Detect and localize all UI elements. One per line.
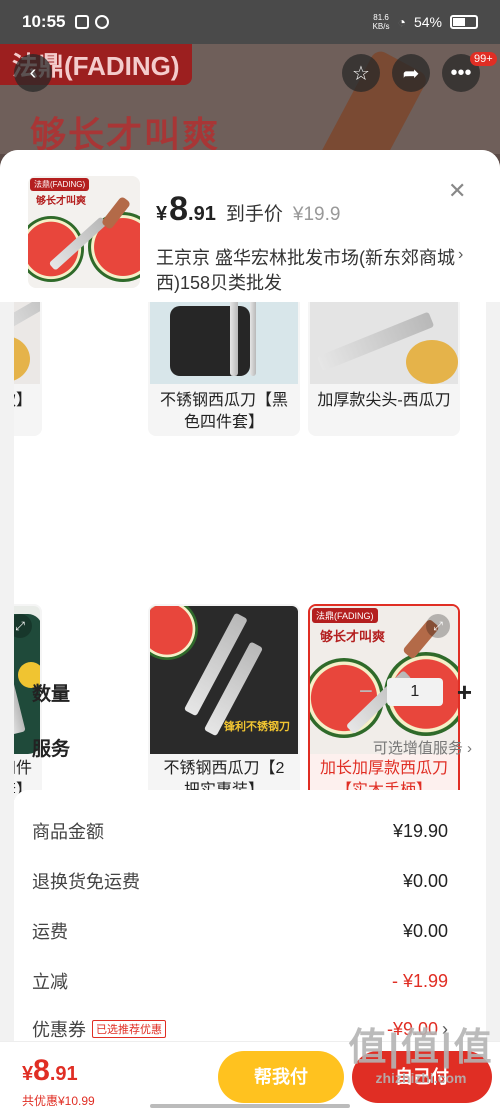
quantity-input[interactable]: 1 <box>386 678 443 706</box>
status-right: 81.6 KB/s ◔ 54% <box>373 13 478 31</box>
back-button[interactable]: ‹ <box>14 54 52 92</box>
summary-value: ¥0.00 <box>402 870 448 891</box>
decrease-button[interactable]: − <box>359 678 373 706</box>
home-indicator[interactable] <box>150 1104 350 1108</box>
wifi-icon: ◔ <box>397 14 406 30</box>
star-icon: ☆ <box>352 62 370 85</box>
close-icon: ✕ <box>448 178 467 203</box>
notification-icons <box>75 15 110 29</box>
more-badge: 99+ <box>470 52 497 66</box>
self-pay-button[interactable]: 自己付 <box>352 1051 492 1103</box>
knife-steel <box>250 302 256 376</box>
final-price-tag: 到手价 <box>225 204 283 225</box>
option-image <box>310 302 458 384</box>
knife-blade <box>14 302 40 338</box>
quantity-stepper: − 1 + <box>359 677 472 708</box>
checkout-price-decimal: .91 <box>49 1063 78 1085</box>
product-thumbnail[interactable]: 法鼎(FADING) 够长才叫爽 <box>28 176 140 288</box>
checkout-currency: ¥ <box>22 1063 34 1085</box>
thumb-brand-label: 法鼎(FADING) <box>30 178 90 191</box>
service-link-text: 可选增值服务 <box>372 739 463 757</box>
battery-icon <box>450 15 478 29</box>
cutting-board-image <box>170 306 250 376</box>
price-row: ¥ 8 .91 到手价 ¥19.9 <box>156 190 340 229</box>
summary-label: 商品金额 <box>32 822 104 842</box>
potato-image <box>14 336 30 382</box>
option-label: 加厚款尖头-西瓜刀 <box>317 392 451 409</box>
price-integer: 8 <box>169 190 189 228</box>
option-brand-label: 法鼎(FADING) <box>312 608 378 623</box>
summary-value: ¥0.00 <box>402 920 448 941</box>
option-card[interactable]: 钢-西瓜刀【薄款】 <box>14 302 42 436</box>
chevron-right-icon: › <box>467 739 472 757</box>
summary-row: 退换货免运费 ¥0.00 <box>32 868 448 894</box>
qq-notification-icon <box>95 15 110 29</box>
summary-label: 优惠券 <box>32 1020 86 1040</box>
purchase-sheet: 法鼎(FADING) 够长才叫爽 ¥ 8 .91 到手价 ¥19.9 ✕ 王京京… <box>0 150 500 1111</box>
coupon-row[interactable]: 优惠券 已选推荐优惠 -¥9.00 › <box>32 1016 448 1042</box>
share-icon: ➦ <box>402 62 420 85</box>
checkout-price: ¥8.91 <box>22 1054 78 1088</box>
option-label: 钢-西瓜刀【薄款】 <box>14 392 32 409</box>
total-discount: 共优惠¥10.99 <box>22 1094 95 1108</box>
product-slogan: 够长才叫爽 <box>30 114 221 154</box>
network-speed-unit: KB/s <box>372 22 390 31</box>
sheet-header: 法鼎(FADING) 够长才叫爽 ¥ 8 .91 到手价 ¥19.9 ✕ 王京京… <box>0 150 500 302</box>
option-image <box>14 302 40 384</box>
summary-row: 立减 - ¥1.99 <box>32 968 448 994</box>
checkout-bar: ¥8.91 共优惠¥10.99 帮我付 自己付 <box>0 1041 500 1111</box>
chevron-right-icon[interactable]: › <box>458 246 463 264</box>
summary-value: ¥19.90 <box>392 820 448 841</box>
summary-value: -¥9.00 <box>386 1018 438 1039</box>
original-price: ¥19.9 <box>292 204 341 225</box>
price-currency: ¥ <box>156 203 168 225</box>
chevron-right-icon: › <box>442 1018 448 1039</box>
potato-image <box>406 340 458 384</box>
price-decimal: .91 <box>188 203 216 225</box>
quantity-row: 数量 − 1 + <box>32 677 472 707</box>
quantity-label: 数量 <box>32 683 71 705</box>
summary-label: 运费 <box>32 922 68 942</box>
knife-blade <box>230 302 238 376</box>
help-pay-button[interactable]: 帮我付 <box>218 1051 344 1103</box>
service-link[interactable]: 可选增值服务 › <box>373 737 472 758</box>
option-card[interactable]: 不锈钢西瓜刀【黑色四件套】 <box>148 302 300 436</box>
summary-row: 商品金额 ¥19.90 <box>32 818 448 844</box>
back-arrow-icon: ‹ <box>29 61 37 84</box>
shop-address[interactable]: 王京京 盛华宏林批发市场(新东郊商城西)158贝类批发 <box>156 246 456 296</box>
close-sheet-button[interactable]: ✕ <box>448 178 466 204</box>
option-card[interactable]: 加厚款尖头-西瓜刀 <box>308 302 460 436</box>
thumb-slogan: 够长才叫爽 <box>36 196 86 207</box>
network-speed-value: 81.6 <box>373 13 389 22</box>
status-bar: 10:55 81.6 KB/s ◔ 54% <box>0 0 500 44</box>
option-image <box>150 302 298 384</box>
summary-row: 运费 ¥0.00 <box>32 918 448 944</box>
summary-label: 立减 <box>32 972 68 992</box>
favorite-button[interactable]: ☆ <box>342 54 380 92</box>
network-speed: 81.6 KB/s <box>373 13 390 31</box>
service-row[interactable]: 服务 可选增值服务 › <box>32 732 472 762</box>
summary-value: - ¥1.99 <box>391 970 448 991</box>
checkout-price-integer: 8 <box>33 1054 50 1087</box>
app-notification-icon <box>75 15 90 29</box>
watermelon-image <box>150 606 198 660</box>
battery-percent: 54% <box>413 14 442 30</box>
summary-label: 退换货免运费 <box>32 872 140 892</box>
recommended-tag: 已选推荐优惠 <box>92 1020 166 1038</box>
more-dots-icon: ••• <box>450 61 472 84</box>
option-label: 不锈钢西瓜刀【黑色四件套】 <box>159 392 288 431</box>
expand-icon[interactable]: ⤢ <box>426 614 450 638</box>
status-time: 10:55 <box>22 12 66 31</box>
increase-button[interactable]: + <box>457 677 472 708</box>
service-label: 服务 <box>32 738 71 760</box>
option-slogan: 够长才叫爽 <box>320 629 386 644</box>
share-button[interactable]: ➦ <box>392 54 430 92</box>
